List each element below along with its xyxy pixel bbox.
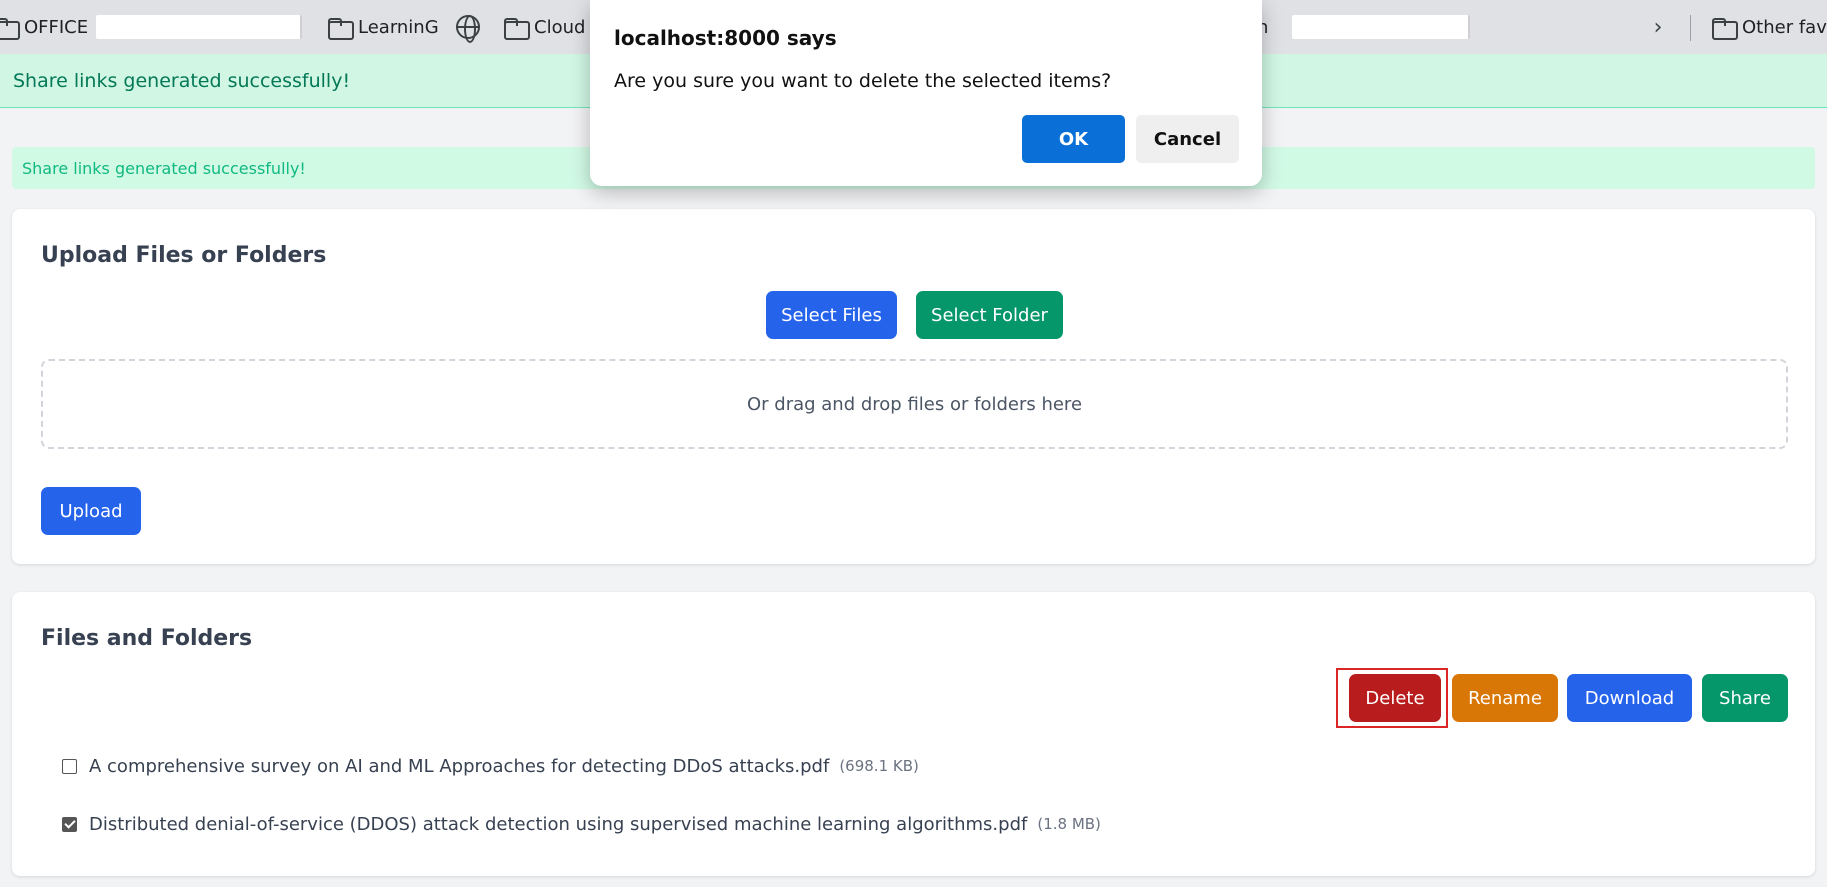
select-files-button[interactable]: Select Files [766, 291, 897, 339]
ok-button[interactable]: OK [1022, 115, 1125, 163]
files-card: Files and Folders Delete Rename Download… [12, 592, 1815, 876]
bookmark-label: LearninG [358, 16, 439, 38]
drop-zone[interactable]: Or drag and drop files or folders here [41, 359, 1788, 449]
success-alert-text: Share links generated successfully! [22, 158, 306, 178]
bookmark-other-favorites[interactable]: Other favo [1712, 0, 1827, 54]
bookmark-label: Other favo [1742, 16, 1827, 38]
list-item: Distributed denial-of-service (DDOS) att… [62, 810, 1101, 838]
upload-title: Upload Files or Folders [41, 243, 327, 268]
upload-button[interactable]: Upload [41, 487, 141, 535]
bookmark-cloud[interactable]: Cloud [504, 0, 585, 54]
delete-highlight [1336, 668, 1448, 728]
file-checkbox[interactable] [62, 816, 77, 832]
bookmarks-divider [1690, 15, 1691, 41]
share-button[interactable]: Share [1702, 674, 1788, 722]
bookmark-redacted[interactable] [96, 15, 302, 39]
file-size: (698.1 KB) [839, 757, 919, 775]
list-item: A comprehensive survey on AI and ML Appr… [62, 752, 919, 780]
bookmark-office[interactable]: OFFICE [0, 0, 88, 54]
folder-icon [1712, 18, 1738, 40]
cancel-button[interactable]: Cancel [1136, 115, 1239, 163]
confirm-dialog: localhost:8000 says Are you sure you wan… [590, 0, 1262, 186]
select-folder-button[interactable]: Select Folder [916, 291, 1063, 339]
file-checkbox[interactable] [62, 758, 77, 774]
dialog-title: localhost:8000 says [614, 26, 837, 50]
folder-icon [0, 18, 20, 40]
upload-card: Upload Files or Folders Select Files Sel… [12, 209, 1815, 564]
globe-icon [456, 15, 480, 43]
chevron-right-icon[interactable]: › [1648, 15, 1668, 40]
file-name: Distributed denial-of-service (DDOS) att… [89, 813, 1028, 835]
bookmark-label: OFFICE [24, 16, 89, 38]
bookmark-globe[interactable] [456, 0, 480, 54]
files-title: Files and Folders [41, 626, 253, 651]
file-name: A comprehensive survey on AI and ML Appr… [89, 755, 830, 777]
bookmark-learning[interactable]: LearninG [328, 0, 439, 54]
folder-icon [328, 18, 354, 40]
rename-button[interactable]: Rename [1452, 674, 1558, 722]
download-button[interactable]: Download [1567, 674, 1692, 722]
folder-icon [504, 18, 530, 40]
success-message: Share links generated successfully! [13, 69, 351, 92]
bookmark-label: Cloud [534, 16, 586, 38]
bookmark-redacted[interactable] [1292, 15, 1470, 39]
dialog-message: Are you sure you want to delete the sele… [614, 70, 1112, 92]
drop-zone-text: Or drag and drop files or folders here [746, 393, 1083, 415]
file-size: (1.8 MB) [1037, 815, 1101, 833]
